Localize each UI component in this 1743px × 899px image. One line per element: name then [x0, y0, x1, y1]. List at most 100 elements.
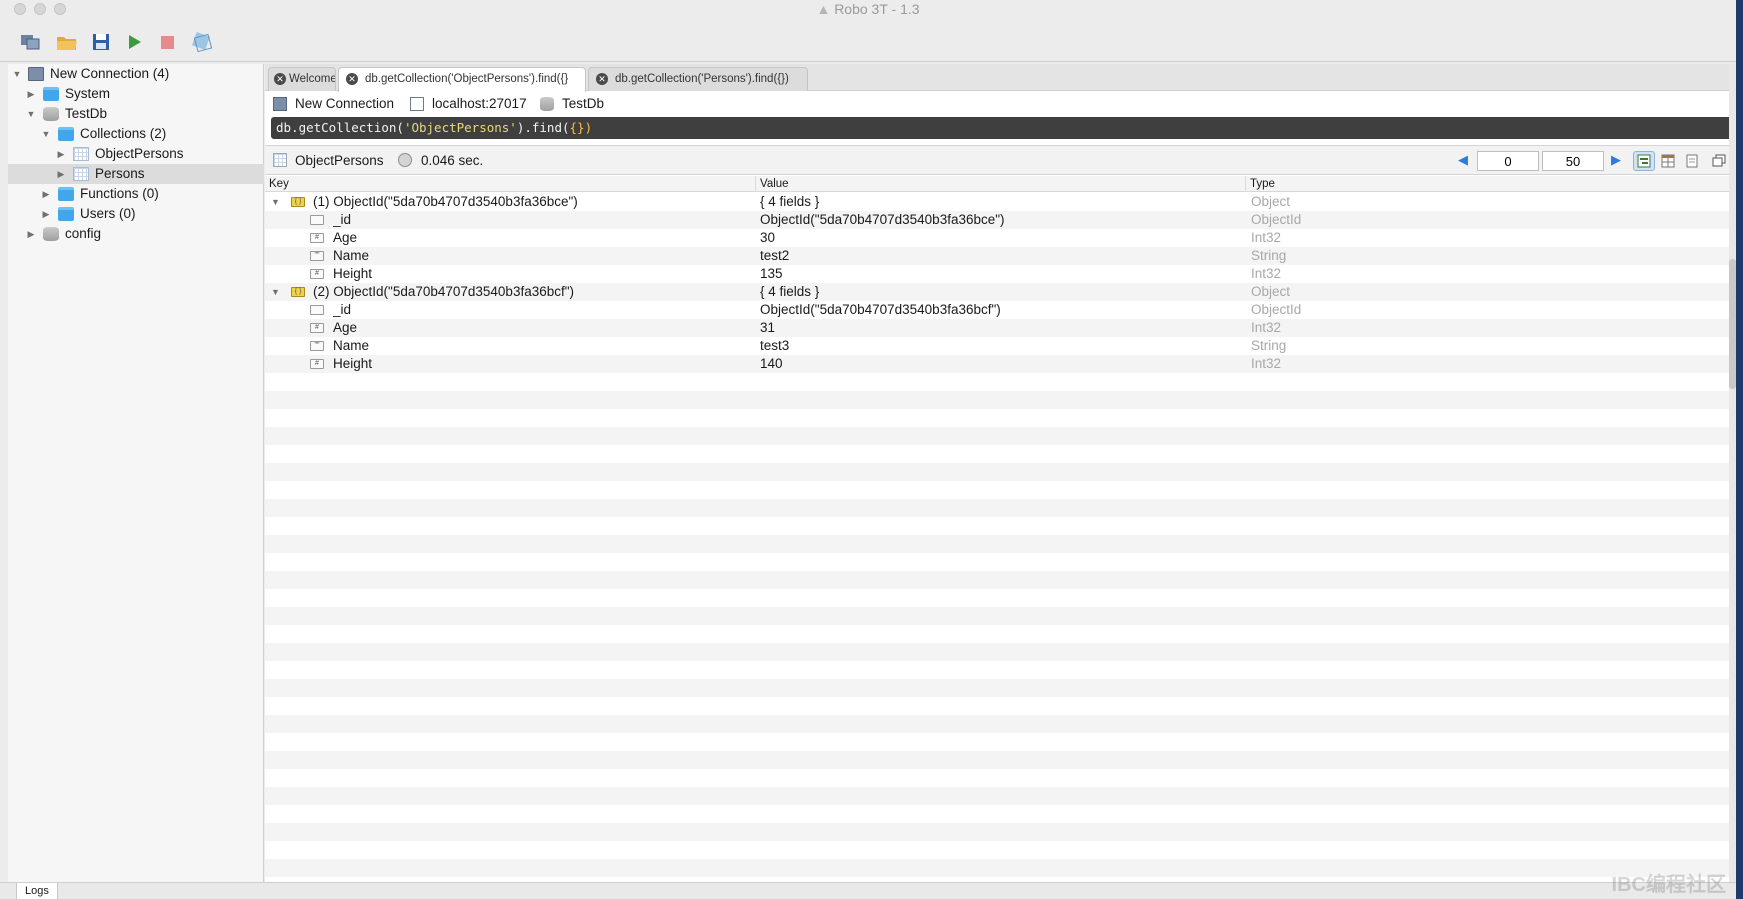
expand-arrow-icon[interactable]: ▼ [271, 193, 280, 211]
table-row[interactable]: _id ObjectId("5da70b4707d3540b3fa36bcf")… [265, 301, 1736, 319]
scrollbar-thumb[interactable] [1729, 259, 1736, 389]
vertical-scrollbar[interactable] [1729, 64, 1736, 882]
tree-item-functions[interactable]: ▶ Functions (0) [8, 184, 264, 204]
query-args: {} [569, 120, 585, 135]
tree-item-collections[interactable]: ▼ Collections (2) [8, 124, 264, 144]
expand-arrow-icon[interactable]: ▼ [41, 124, 51, 144]
tree-item-label: config [65, 226, 102, 241]
tree-view-button[interactable] [1633, 151, 1655, 171]
stop-button[interactable] [156, 30, 180, 54]
close-window-icon[interactable] [14, 3, 26, 15]
limit-input[interactable] [1542, 151, 1604, 171]
tab-welcome[interactable]: ✕ Welcome [268, 67, 336, 91]
row-type: ObjectId [1251, 302, 1302, 317]
query-text: ).find( [516, 120, 570, 135]
collapse-arrow-icon[interactable]: ▶ [41, 204, 51, 224]
table-row[interactable]: # Height 140 Int32 [265, 355, 1736, 373]
object-icon: { } [291, 287, 305, 297]
folder-icon [43, 87, 59, 101]
table-row[interactable]: # Height 135 Int32 [265, 265, 1736, 283]
grid-rows: ▼ { } (1) ObjectId("5da70b4707d3540b3fa3… [265, 193, 1736, 882]
expand-arrow-icon[interactable]: ▼ [26, 104, 36, 124]
close-tab-icon[interactable]: ✕ [346, 73, 358, 85]
string-icon: "" [310, 251, 324, 261]
row-key: _id [333, 302, 352, 317]
previous-page-icon[interactable]: ◀ [1458, 152, 1468, 168]
save-icon [93, 34, 109, 50]
query-editor[interactable]: db.getCollection('ObjectPersons').find({… [271, 117, 1732, 139]
tree-item-system[interactable]: ▶ System [8, 84, 264, 104]
object-icon: { } [291, 197, 305, 207]
execute-button[interactable] [122, 30, 146, 54]
text-view-button[interactable] [1681, 151, 1703, 171]
row-value: { 4 fields } [760, 194, 820, 209]
logs-tab[interactable]: Logs [16, 883, 58, 899]
main-panel: ✕ Welcome ✕ db.getCollection('ObjectPers… [265, 64, 1736, 882]
table-row[interactable]: # Age 31 Int32 [265, 319, 1736, 337]
tree-item-objectpersons[interactable]: ▶ ObjectPersons [8, 144, 264, 164]
table-row[interactable]: ▼ { } (2) ObjectId("5da70b4707d3540b3fa3… [265, 283, 1736, 301]
column-header-key[interactable]: Key [265, 176, 756, 192]
table-row[interactable]: # Age 30 Int32 [265, 229, 1736, 247]
zoom-window-icon[interactable] [54, 3, 66, 15]
open-button[interactable] [55, 30, 79, 54]
row-key: Height [333, 356, 373, 371]
folder-icon [58, 187, 74, 201]
connection-database: TestDb [562, 96, 605, 111]
tab-label: db.getCollection('Persons').find({}) [615, 73, 789, 85]
tab-persons-query[interactable]: ✕ db.getCollection('Persons').find({}) [588, 67, 808, 91]
table-row[interactable]: "" Name test2 String [265, 247, 1736, 265]
maximize-icon [1712, 154, 1726, 167]
table-view-button[interactable] [1657, 151, 1679, 171]
row-type: ObjectId [1251, 212, 1302, 227]
clock-icon [398, 153, 412, 167]
column-header-type[interactable]: Type [1246, 176, 1736, 192]
tab-label: Welcome [289, 73, 336, 85]
tree-item-label: Collections (2) [80, 126, 167, 141]
number-icon: # [310, 269, 324, 279]
rotate-button[interactable] [190, 30, 214, 54]
tree-item-persons[interactable]: ▶ Persons [8, 164, 264, 184]
save-button[interactable] [89, 30, 113, 54]
tree-item-testdb[interactable]: ▼ TestDb [8, 104, 264, 124]
next-page-icon[interactable]: ▶ [1611, 152, 1621, 168]
collapse-arrow-icon[interactable]: ▶ [26, 84, 36, 104]
app-logo-icon: ▲ [816, 1, 831, 17]
tab-objectpersons-query[interactable]: ✕ db.getCollection('ObjectPersons').find… [338, 67, 586, 92]
table-row[interactable]: _id ObjectId("5da70b4707d3540b3fa36bce")… [265, 211, 1736, 229]
expand-arrow-icon[interactable]: ▼ [12, 64, 22, 84]
close-tab-icon[interactable]: ✕ [274, 73, 286, 85]
minimize-window-icon[interactable] [34, 3, 46, 15]
rotate-icon [192, 32, 213, 53]
expand-arrow-icon[interactable]: ▼ [271, 283, 280, 301]
objectid-icon [310, 305, 324, 315]
query-text: ) [584, 120, 593, 135]
table-row[interactable]: "" Name test3 String [265, 337, 1736, 355]
window-title: Robo 3T - 1.3 [834, 1, 920, 17]
tree-item-config[interactable]: ▶ config [8, 224, 264, 244]
string-icon: "" [310, 341, 324, 351]
skip-input[interactable] [1477, 151, 1539, 171]
maximize-results-button[interactable] [1708, 151, 1730, 171]
connection-name: New Connection [295, 96, 395, 111]
collapse-arrow-icon[interactable]: ▶ [56, 164, 66, 184]
row-value: test2 [760, 248, 790, 263]
server-icon [410, 97, 424, 111]
tree-item-label: System [65, 86, 111, 101]
database-icon [43, 227, 59, 241]
table-row[interactable]: ▼ { } (1) ObjectId("5da70b4707d3540b3fa3… [265, 193, 1736, 211]
collapse-arrow-icon[interactable]: ▶ [41, 184, 51, 204]
tree-item-new-connection[interactable]: ▼ New Connection (4) [8, 64, 264, 84]
row-type: Int32 [1251, 356, 1282, 371]
collection-icon [73, 167, 89, 181]
column-header-value[interactable]: Value [756, 176, 1246, 192]
row-key: Age [333, 230, 358, 245]
collapse-arrow-icon[interactable]: ▶ [26, 224, 36, 244]
tab-label: db.getCollection('ObjectPersons').find({… [365, 73, 569, 85]
row-type: Int32 [1251, 266, 1282, 281]
connect-icon [21, 35, 40, 50]
tree-item-users[interactable]: ▶ Users (0) [8, 204, 264, 224]
connect-button[interactable] [18, 30, 42, 54]
close-tab-icon[interactable]: ✕ [596, 73, 608, 85]
collapse-arrow-icon[interactable]: ▶ [56, 144, 66, 164]
